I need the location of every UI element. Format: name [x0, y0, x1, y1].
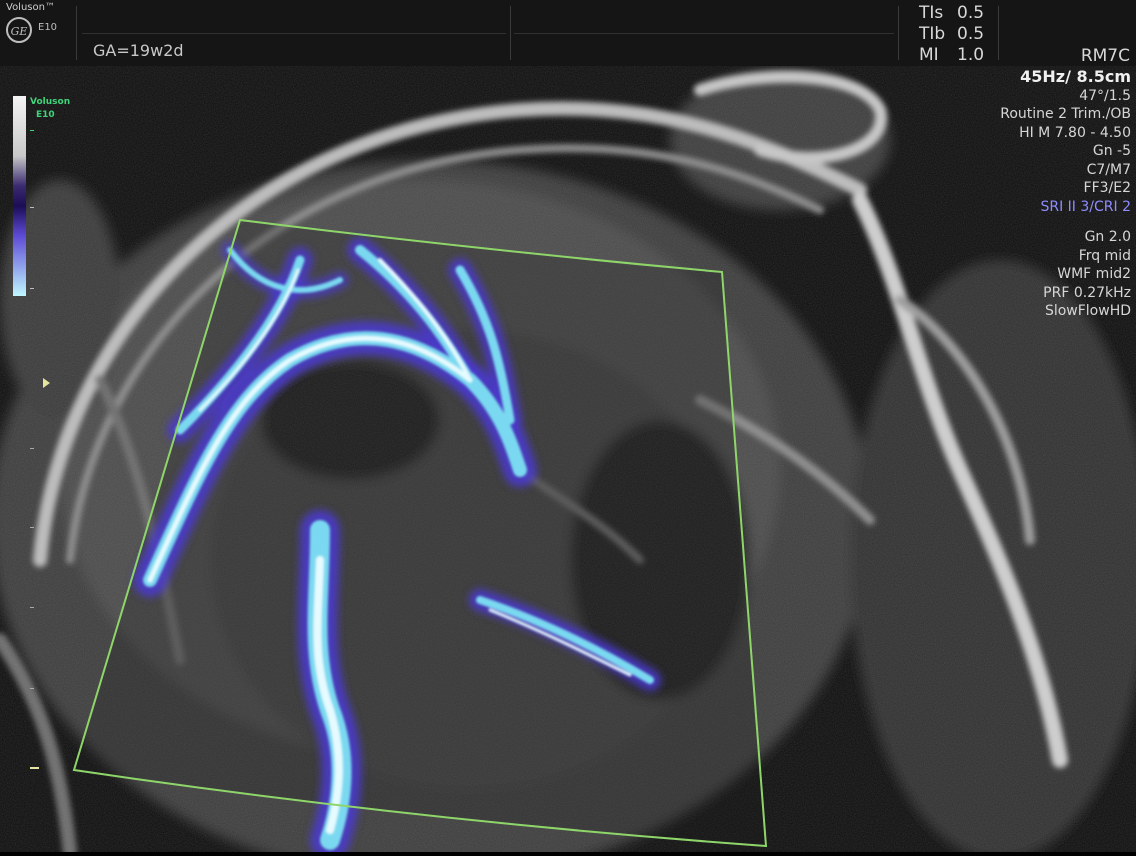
ultrasound-scan	[0, 66, 1136, 856]
focus-marker-icon[interactable]	[43, 378, 50, 388]
ge-logo-icon: GE	[6, 17, 32, 43]
gestational-age: GA=19w2d	[93, 41, 184, 60]
scale-brand: Voluson	[30, 97, 71, 107]
sri-cri-setting: SRI II 3/CRI 2	[1040, 198, 1131, 215]
color-gain: Gn 2.0	[1084, 229, 1131, 245]
harmonic-frequency: HI M 7.80 - 4.50	[1019, 124, 1131, 141]
thermal-index-soft-tissue: TIs 0.5	[919, 3, 985, 23]
scale-model: E10	[36, 110, 55, 120]
sector-angle: 47°/1.5	[1079, 87, 1131, 104]
color-flow-scale-bar	[13, 96, 26, 296]
divider	[898, 6, 899, 60]
flow-mode: SlowFlowHD	[1044, 303, 1131, 319]
scale-tick	[30, 288, 34, 289]
model-label: E10	[38, 22, 58, 33]
divider	[76, 6, 77, 60]
scale-tick	[30, 130, 34, 131]
depth-tick	[30, 607, 34, 608]
pulse-repetition-frequency: PRF 0.27kHz	[1043, 284, 1131, 301]
depth-marker	[30, 767, 39, 769]
thermal-index-bone: TIb 0.5	[919, 24, 985, 44]
depth-tick	[30, 448, 34, 449]
acquisition-parameters: 45Hz/ 8.5cm 47°/1.5 Routine 2 Trim./OB H…	[1000, 67, 1131, 321]
mechanical-index: MI 1.0	[919, 45, 985, 65]
wall-motion-filter: WMF mid2	[1057, 266, 1131, 282]
b-mode-gain: Gn -5	[1092, 143, 1131, 159]
frame-rate-depth: 45Hz/ 8.5cm	[1020, 67, 1131, 86]
divider	[82, 33, 506, 34]
divider	[510, 6, 511, 60]
ultrasound-image[interactable]	[0, 66, 1136, 856]
brand-label: Voluson™	[6, 2, 55, 13]
top-info-bar: Voluson™ GE E10 GA=19w2d TIs 0.5 TIb 0.5 M…	[0, 0, 1136, 67]
frame-filter: FF3/E2	[1083, 180, 1131, 196]
color-frequency: Frq mid	[1078, 247, 1131, 264]
probe-name: RM7C	[1080, 46, 1130, 66]
depth-tick	[30, 527, 34, 528]
divider	[514, 33, 894, 34]
exam-preset: Routine 2 Trim./OB	[1000, 106, 1131, 122]
scale-tick	[30, 207, 34, 208]
depth-tick	[30, 688, 34, 689]
divider	[998, 6, 999, 60]
map-setting: C7/M7	[1086, 161, 1131, 178]
